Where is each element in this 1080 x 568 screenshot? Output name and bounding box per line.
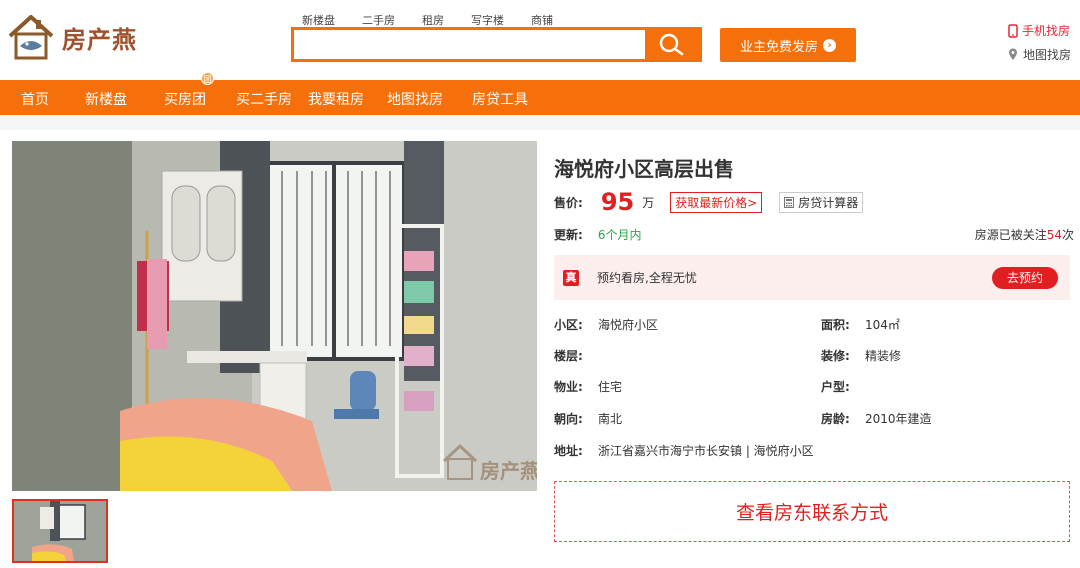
detail-value: 2010年建造 xyxy=(865,412,932,426)
book-viewing-text: 预约看房,全程无忧 xyxy=(597,271,697,285)
photo-thumbnail[interactable] xyxy=(12,499,108,563)
detail-property-type: 物业: 住宅 xyxy=(554,378,622,395)
search-tab-resale[interactable]: 二手房 xyxy=(362,12,395,28)
update-value: 6个月内 xyxy=(597,228,642,242)
calculator-icon xyxy=(784,196,795,208)
detail-orientation: 朝向: 南北 xyxy=(554,410,622,427)
detail-floor: 楼层: xyxy=(554,347,598,364)
map-find-link[interactable]: 地图找房 xyxy=(1008,46,1071,63)
detail-layout: 户型: xyxy=(821,378,865,395)
detail-label: 小区: xyxy=(554,318,583,332)
detail-label: 地址: xyxy=(554,444,583,458)
get-latest-price-link[interactable]: 获取最新价格> xyxy=(670,191,763,213)
search-tab-shop[interactable]: 商铺 xyxy=(531,12,553,28)
price-value: 95 xyxy=(600,188,635,216)
detail-label: 楼层: xyxy=(554,349,583,363)
price-unit: 万 xyxy=(642,195,655,210)
follow-number: 54 xyxy=(1046,228,1062,242)
detail-label: 朝向: xyxy=(554,412,583,426)
house-logo-icon xyxy=(6,12,56,62)
mobile-find-label: 手机找房 xyxy=(1022,24,1071,38)
search-tab-new[interactable]: 新楼盘 xyxy=(302,12,335,28)
book-viewing-button[interactable]: 去预约 xyxy=(992,267,1058,289)
detail-decoration: 装修: 精装修 xyxy=(821,347,901,364)
chevron-right-icon: › xyxy=(823,38,836,52)
detail-value: 浙江省嘉兴市海宁市长安镇 | 海悦府小区 xyxy=(598,444,814,458)
update-row: 更新: 6个月内 xyxy=(554,226,641,243)
search-tabs: 新楼盘 二手房 租房 写字楼 商铺 xyxy=(302,12,580,28)
detail-value: 南北 xyxy=(598,412,623,426)
search-input[interactable] xyxy=(294,30,619,59)
detail-value: 精装修 xyxy=(865,349,902,363)
thumbnail-image xyxy=(14,501,106,561)
detail-label: 装修: xyxy=(821,349,850,363)
book-viewing-banner: 真 预约看房,全程无忧 去预约 xyxy=(554,255,1070,300)
nav-group-buy[interactable]: 买房团 xyxy=(164,89,206,109)
follow-count: 房源已被关注54次 xyxy=(975,226,1074,243)
search-icon xyxy=(659,33,684,55)
detail-label: 物业: xyxy=(554,380,583,394)
detail-building-age: 房龄: 2010年建造 xyxy=(821,410,932,427)
verified-icon: 真 xyxy=(563,269,579,286)
search-button[interactable] xyxy=(645,30,699,59)
search-box xyxy=(291,27,702,62)
detail-value: 104㎡ xyxy=(865,318,900,332)
room-photo-image: 房产燕 xyxy=(12,141,537,491)
logo[interactable]: 房产燕 xyxy=(6,12,137,62)
mortgage-calculator-button[interactable]: 房贷计算器 xyxy=(779,191,864,213)
detail-community: 小区: 海悦府小区 xyxy=(554,316,658,333)
detail-label: 房龄: xyxy=(821,412,850,426)
main-nav: 首页 新楼盘 买房团 买二手房 我要租房 地图找房 房贷工具 xyxy=(0,80,1080,115)
view-owner-contact-button[interactable]: 查看房东联系方式 xyxy=(554,481,1070,542)
phone-icon xyxy=(1008,23,1018,38)
follow-suffix: 次 xyxy=(1061,228,1074,242)
post-listing-button[interactable]: 业主免费发房 › xyxy=(720,28,856,62)
price-row: 售价: 95 万 获取最新价格> 房贷计算器 xyxy=(554,187,864,217)
detail-value: 住宅 xyxy=(598,380,623,394)
group-buy-badge: 团 xyxy=(201,72,214,85)
map-pin-icon xyxy=(1009,48,1017,60)
detail-label: 户型: xyxy=(821,380,850,394)
listing-photo[interactable]: 房产燕 xyxy=(12,141,537,491)
search-tab-office[interactable]: 写字楼 xyxy=(471,12,504,28)
detail-area: 面积: 104㎡ xyxy=(821,316,900,333)
brand-name: 房产燕 xyxy=(62,25,137,54)
search-tab-rent[interactable]: 租房 xyxy=(422,12,444,28)
detail-label: 面积: xyxy=(821,318,850,332)
mobile-find-link[interactable]: 手机找房 xyxy=(1008,22,1070,39)
nav-rent[interactable]: 我要租房 xyxy=(308,89,364,109)
nav-map[interactable]: 地图找房 xyxy=(387,89,443,109)
detail-address: 地址: 浙江省嘉兴市海宁市长安镇 | 海悦府小区 xyxy=(554,442,814,459)
photo-watermark: 房产燕 xyxy=(480,459,537,483)
nav-new-homes[interactable]: 新楼盘 xyxy=(85,89,127,109)
post-listing-label: 业主免费发房 xyxy=(739,39,818,55)
nav-buy-resale[interactable]: 买二手房 xyxy=(236,89,292,109)
header: 房产燕 新楼盘 二手房 租房 写字楼 商铺 业主免费发房 › 手机找房 地图找房 xyxy=(0,0,1080,80)
price-label: 售价: xyxy=(554,195,583,210)
nav-mortgage-tools[interactable]: 房贷工具 xyxy=(472,89,528,109)
map-find-label: 地图找房 xyxy=(1023,48,1072,62)
follow-prefix: 房源已被关注 xyxy=(974,228,1047,242)
update-label: 更新: xyxy=(554,228,583,242)
detail-value: 海悦府小区 xyxy=(598,318,659,332)
listing-title: 海悦府小区高层出售 xyxy=(554,157,734,181)
nav-home[interactable]: 首页 xyxy=(21,89,49,109)
calculator-label: 房贷计算器 xyxy=(798,195,859,210)
